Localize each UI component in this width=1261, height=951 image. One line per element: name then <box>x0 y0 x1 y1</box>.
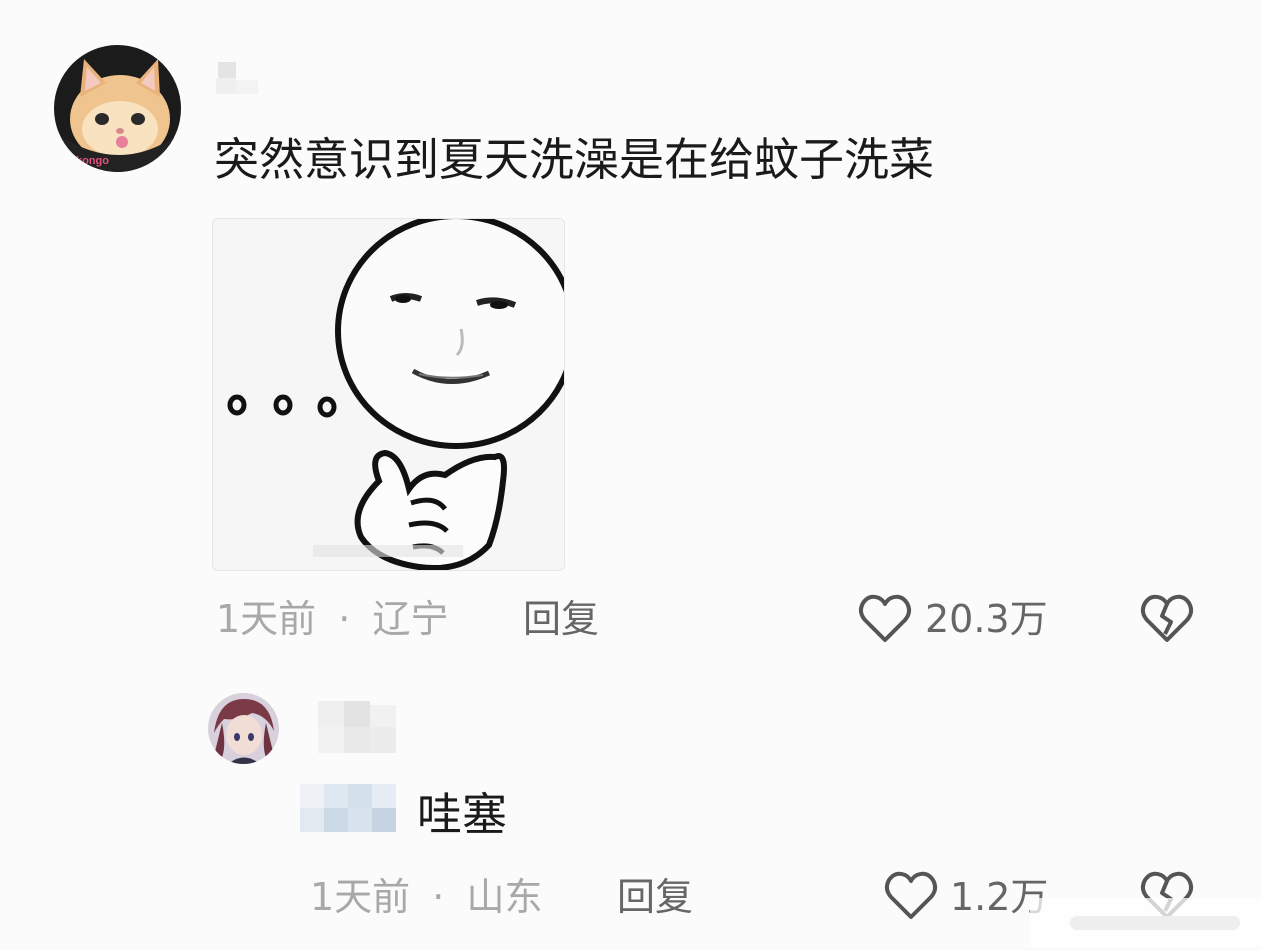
username-blurred[interactable] <box>212 58 262 98</box>
heart-outline-icon[interactable] <box>882 867 940 925</box>
comment-text: 突然意识到夏天洗澡是在给蚊子洗菜 <box>214 133 935 186</box>
reply-button[interactable]: 回复 <box>523 594 599 644</box>
cat-avatar-icon[interactable]: kongo <box>54 45 181 172</box>
comment-time: 1天前 <box>216 597 317 641</box>
comment-location: 辽宁 <box>372 597 449 641</box>
meta-separator: · <box>338 597 351 641</box>
comment-meta: 1天前 · 辽宁 <box>216 594 448 644</box>
reply-time: 1天前 <box>310 875 411 919</box>
watermark-overlay <box>1030 898 1261 947</box>
username-blurred[interactable] <box>304 697 404 759</box>
like-count: 20.3万 <box>925 597 1048 641</box>
reply-meta: 1天前 · 山东 <box>310 872 542 922</box>
heart-outline-icon[interactable] <box>856 590 914 648</box>
mention-blurred[interactable] <box>298 780 400 840</box>
meta-separator: · <box>432 875 445 919</box>
svg-text:kongo: kongo <box>76 155 109 167</box>
reply-text: 哇塞 <box>417 788 508 841</box>
reply-location: 山东 <box>466 875 543 919</box>
reply-button[interactable]: 回复 <box>617 872 693 922</box>
broken-heart-icon[interactable] <box>1138 590 1196 648</box>
thinking-face-sticker[interactable] <box>212 218 565 571</box>
anime-character-avatar-icon[interactable] <box>208 693 279 764</box>
